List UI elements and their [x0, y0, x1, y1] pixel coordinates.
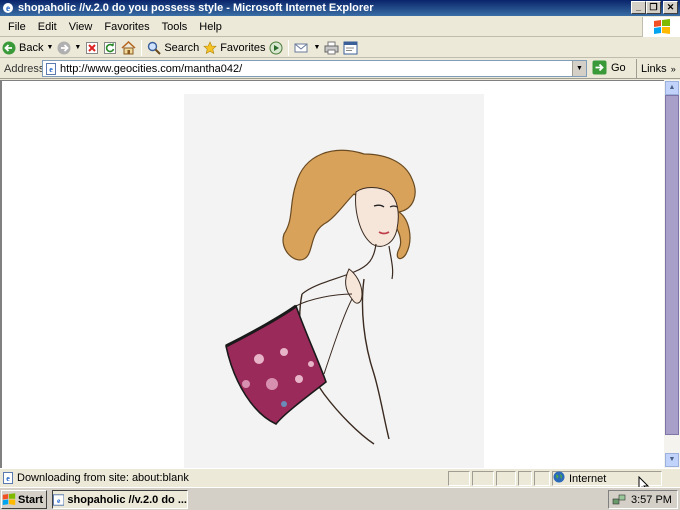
- status-panel: [534, 471, 550, 486]
- toolbar-separator: [141, 39, 143, 56]
- address-dropdown-icon[interactable]: ▼: [572, 61, 586, 76]
- menu-help[interactable]: Help: [193, 21, 228, 33]
- fashion-illustration-image: [184, 94, 484, 468]
- address-input[interactable]: e http://www.geocities.com/mantha042/ ▼: [42, 60, 587, 77]
- toolbar-separator: [288, 39, 290, 56]
- status-bar: e Downloading from site: about:blank Int…: [0, 468, 680, 487]
- edit-page-icon: [343, 41, 358, 54]
- svg-text:e: e: [6, 3, 10, 13]
- mail-icon: [294, 43, 308, 52]
- standard-toolbar: Back ▼ ▼ Search Favorites ▼: [0, 38, 680, 58]
- favorites-label: Favorites: [220, 41, 266, 54]
- edit-button[interactable]: [341, 39, 360, 57]
- forward-dropdown-icon[interactable]: ▼: [74, 44, 81, 51]
- stop-icon: [86, 41, 99, 54]
- browser-window: e shopaholic //v.2.0 do you possess styl…: [0, 0, 680, 494]
- back-dropdown-icon[interactable]: ▼: [46, 44, 53, 51]
- mail-dropdown-icon[interactable]: ▼: [313, 44, 320, 51]
- address-bar: Address e http://www.geocities.com/manth…: [0, 59, 680, 79]
- forward-arrow-icon: [57, 41, 71, 54]
- status-panel: [472, 471, 494, 486]
- home-button[interactable]: [119, 39, 138, 57]
- start-button[interactable]: Start: [1, 490, 47, 509]
- scroll-down-icon[interactable]: ▼: [665, 453, 679, 467]
- forward-button[interactable]: ▼: [55, 39, 83, 57]
- links-button[interactable]: Links »: [636, 59, 676, 79]
- vertical-scrollbar[interactable]: ▲ ▼: [664, 80, 680, 468]
- page-icon: e: [45, 63, 57, 78]
- media-icon: [269, 41, 283, 54]
- taskbar-item-browser[interactable]: e shopaholic //v.2.0 do ...: [52, 490, 188, 509]
- favorites-star-icon: [203, 40, 217, 54]
- status-text: Downloading from site: about:blank: [17, 472, 189, 484]
- status-panel: [496, 471, 516, 486]
- system-tray: 3:57 PM: [608, 490, 678, 509]
- go-arrow-icon: [592, 60, 607, 75]
- address-label: Address: [4, 62, 45, 75]
- menu-file[interactable]: File: [2, 21, 32, 33]
- page-loading-icon: e: [2, 472, 14, 487]
- address-url: http://www.geocities.com/mantha042/: [60, 62, 243, 75]
- mail-button[interactable]: ▼: [292, 39, 322, 57]
- taskbar-item-label: shopaholic //v.2.0 do ...: [67, 493, 187, 506]
- go-label: Go: [611, 61, 626, 74]
- favorites-button[interactable]: Favorites: [201, 39, 267, 57]
- globe-icon: [553, 471, 565, 486]
- window-title: shopaholic //v.2.0 do you possess style …: [18, 2, 374, 14]
- taskbar: Start e shopaholic //v.2.0 do ... 3:57 P…: [0, 487, 680, 510]
- windows-logo-icon: [642, 17, 680, 37]
- search-icon: [148, 41, 162, 55]
- menu-bar: File Edit View Favorites Tools Help: [0, 17, 680, 37]
- ie-icon: e: [53, 493, 65, 506]
- search-label: Search: [164, 41, 200, 54]
- refresh-icon: [104, 41, 117, 54]
- search-button[interactable]: Search: [145, 39, 201, 57]
- refresh-button[interactable]: [101, 39, 119, 57]
- svg-text:e: e: [6, 474, 10, 483]
- network-icon[interactable]: [612, 493, 626, 510]
- page-viewport[interactable]: [0, 80, 664, 468]
- menu-view[interactable]: View: [63, 21, 99, 33]
- scroll-thumb[interactable]: [665, 95, 679, 435]
- back-arrow-icon: [2, 41, 16, 54]
- media-button[interactable]: [267, 39, 285, 57]
- menu-favorites[interactable]: Favorites: [98, 21, 155, 33]
- restore-button[interactable]: ❐: [646, 1, 661, 14]
- clock: 3:57 PM: [631, 493, 672, 506]
- home-icon: [121, 40, 136, 54]
- status-panel: [448, 471, 470, 486]
- minimize-button[interactable]: _: [631, 1, 646, 14]
- svg-text:e: e: [49, 65, 53, 74]
- stop-button[interactable]: [83, 39, 101, 57]
- back-button[interactable]: Back ▼: [0, 39, 55, 57]
- windows-flag-icon: [2, 493, 16, 505]
- back-label: Back: [19, 41, 44, 54]
- print-button[interactable]: [322, 39, 341, 57]
- scroll-up-icon[interactable]: ▲: [665, 81, 679, 95]
- status-panel: [518, 471, 532, 486]
- menu-tools[interactable]: Tools: [156, 21, 194, 33]
- title-bar: e shopaholic //v.2.0 do you possess styl…: [0, 0, 680, 16]
- links-chevron-icon: »: [670, 64, 676, 74]
- close-button[interactable]: ✕: [663, 1, 678, 14]
- zone-label: Internet: [569, 472, 607, 485]
- ie-icon: e: [1, 1, 15, 15]
- go-button[interactable]: Go: [592, 60, 626, 75]
- menu-edit[interactable]: Edit: [32, 21, 63, 33]
- start-label: Start: [18, 493, 44, 506]
- links-label: Links: [641, 63, 667, 75]
- print-icon: [324, 41, 339, 54]
